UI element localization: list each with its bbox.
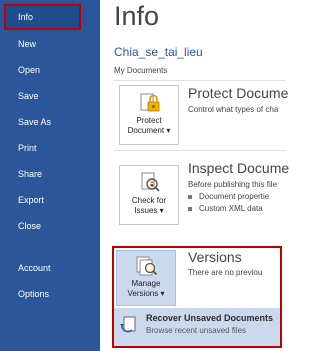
inspect-bullet: Custom XML data [188, 204, 263, 213]
nav-account[interactable]: Account [0, 255, 100, 281]
nav-new[interactable]: New [0, 31, 100, 57]
inspect-title: Inspect Docume [188, 160, 290, 176]
lock-icon [140, 93, 160, 112]
check-label-2: Issues ▾ [134, 206, 164, 215]
nav-print[interactable]: Print [0, 135, 100, 161]
nav-open[interactable]: Open [0, 57, 100, 83]
nav-options[interactable]: Options [0, 281, 100, 307]
versions-title: Versions [188, 249, 242, 265]
check-for-issues-button[interactable]: Check for Issues ▾ [119, 165, 179, 225]
inspect-document-icon [141, 172, 160, 192]
versions-desc: There are no previou [188, 268, 263, 277]
document-path[interactable]: My Documents [114, 66, 167, 75]
protect-desc: Control what types of cha [188, 105, 279, 114]
nav-export[interactable]: Export [0, 187, 100, 213]
recover-subtitle: Browse recent unsaved files [146, 326, 247, 335]
nav-save-as[interactable]: Save As [0, 109, 100, 135]
protect-title: Protect Docume [188, 85, 289, 101]
manage-label-1: Manage [131, 279, 161, 288]
protect-section: Protect Document ▾ Protect Docume Contro… [114, 83, 289, 145]
protect-label-2: Document ▾ [127, 126, 171, 135]
backstage-sidebar: Info New Open Save Save As Print Share E… [0, 0, 100, 351]
inspect-bullet: Document propertie [188, 192, 269, 201]
recover-document-icon [120, 316, 136, 333]
recover-title: Recover Unsaved Documents [146, 313, 274, 323]
inspect-section: Check for Issues ▾ Inspect Docume Before… [114, 160, 290, 228]
nav-info[interactable]: Info [4, 4, 81, 30]
divider [114, 80, 286, 81]
nav-save[interactable]: Save [0, 83, 100, 109]
nav-share[interactable]: Share [0, 161, 100, 187]
inspect-desc: Before publishing this file [188, 180, 277, 189]
manage-label-2: Versions ▾ [127, 289, 165, 298]
manage-versions-icon [136, 256, 158, 276]
manage-versions-button[interactable]: Manage Versions ▾ [116, 250, 176, 306]
protect-label-1: Protect [136, 116, 162, 125]
recover-unsaved-documents-item[interactable]: Recover Unsaved Documents Browse recent … [114, 308, 280, 346]
document-name: Chia_se_tai_lieu [114, 45, 203, 59]
divider [114, 150, 286, 151]
nav-close[interactable]: Close [0, 213, 100, 239]
protect-document-button[interactable]: Protect Document ▾ [119, 85, 179, 145]
page-title: Info [114, 1, 160, 31]
check-label-1: Check for [131, 196, 167, 205]
